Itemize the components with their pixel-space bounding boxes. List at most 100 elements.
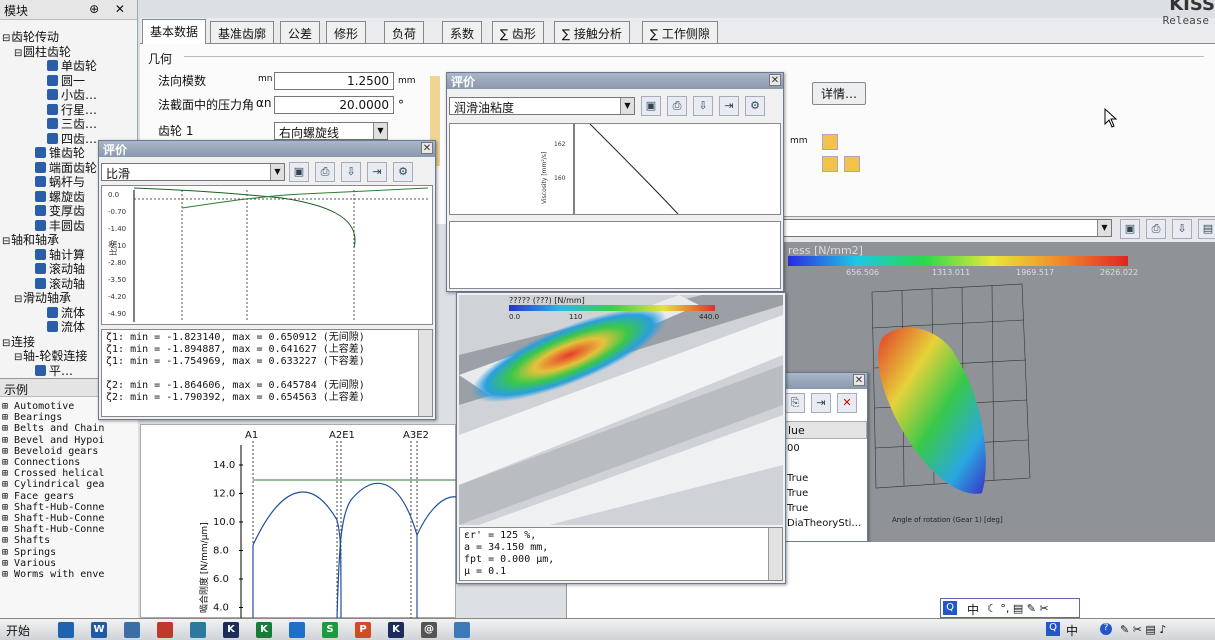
tree-item[interactable]: 锥齿轮 <box>26 146 85 160</box>
tree-item[interactable]: 流体 <box>38 320 85 334</box>
expand-toggle-icon[interactable]: ⊟ <box>14 351 23 365</box>
taskbar-app-icon[interactable]: K <box>223 622 239 638</box>
tree-item[interactable]: 轴计算 <box>26 248 85 262</box>
expand-plus-icon[interactable]: ⊞ <box>2 435 14 446</box>
tab[interactable]: ∑ 接触分析 <box>554 21 630 43</box>
expand-plus-icon[interactable]: ⊞ <box>2 535 14 546</box>
expand-plus-icon[interactable]: ⊞ <box>2 457 14 468</box>
props-tool-icon[interactable]: ⎘ <box>785 393 805 413</box>
tab[interactable]: ∑ 齿形 <box>492 21 544 43</box>
panel-controls[interactable]: ⊕ ✕ <box>89 2 131 16</box>
props-row[interactable]: True <box>787 488 808 499</box>
expand-plus-icon[interactable]: ⊞ <box>2 479 14 490</box>
expand-plus-icon[interactable]: ⊞ <box>2 547 14 558</box>
example-item[interactable]: ⊞ Shaft-Hub-Conne <box>2 513 104 524</box>
expand-plus-icon[interactable]: ⊞ <box>2 524 14 535</box>
tree-item[interactable]: 平… <box>26 364 73 378</box>
tray-ime-icon[interactable]: Q <box>1046 622 1060 636</box>
taskbar-app-icon[interactable]: S <box>322 622 338 638</box>
tree-item[interactable]: 四齿… <box>38 132 97 146</box>
expand-plus-icon[interactable]: ⊞ <box>2 491 14 502</box>
stress-select[interactable]: ▼ <box>782 219 1112 237</box>
expand-plus-icon[interactable]: ⊞ <box>2 513 14 524</box>
example-item[interactable]: ⊞ Face gears <box>2 491 74 502</box>
ime-toolbar[interactable]: Q 中 ☾ °, ▤ ✎ ✂ <box>940 598 1080 618</box>
plus-icon[interactable] <box>822 134 838 150</box>
tab[interactable]: 基本数据 <box>142 19 207 44</box>
expand-plus-icon[interactable]: ⊞ <box>2 412 14 423</box>
taskbar-app-icon[interactable] <box>157 622 173 638</box>
props-row[interactable]: True <box>787 473 808 484</box>
arrow-left-icon[interactable] <box>822 156 838 172</box>
help-icon[interactable]: ? <box>1100 623 1112 635</box>
tree-item[interactable]: 三齿… <box>38 117 97 131</box>
pressure-angle-input[interactable]: 20.0000 <box>274 96 394 114</box>
arrow-in-icon[interactable]: ⇥ <box>719 96 739 116</box>
props-row[interactable]: True <box>787 503 808 514</box>
settings-icon[interactable]: ⚙ <box>745 96 765 116</box>
chevron-down-icon[interactable]: ▼ <box>270 164 284 180</box>
expand-plus-icon[interactable]: ⊞ <box>2 468 14 479</box>
arrow-in-icon[interactable]: ⇥ <box>367 162 387 182</box>
tree-item[interactable]: 变厚齿 <box>26 204 85 218</box>
example-item[interactable]: ⊞ Springs <box>2 547 56 558</box>
export-icon[interactable]: ⇩ <box>341 162 361 182</box>
expand-toggle-icon[interactable]: ⊟ <box>2 235 11 249</box>
tab[interactable]: ∑ 工作侧隙 <box>642 21 718 43</box>
save-icon[interactable]: ▣ <box>289 162 309 182</box>
taskbar-app-icon[interactable]: K <box>388 622 404 638</box>
expand-toggle-icon[interactable]: ⊟ <box>14 293 23 307</box>
start-button[interactable]: 开始 <box>6 622 30 639</box>
taskbar-app-icon[interactable] <box>289 622 305 638</box>
expand-plus-icon[interactable]: ⊞ <box>2 446 14 457</box>
tree-item[interactable]: 蜗杆与 <box>26 175 85 189</box>
tree-item[interactable]: 螺旋齿 <box>26 190 85 204</box>
expand-plus-icon[interactable]: ⊞ <box>2 502 14 513</box>
props-row[interactable]: DiaTheorySti… <box>787 518 861 529</box>
taskbar-app-icon[interactable] <box>124 622 140 638</box>
export-icon[interactable]: ⇩ <box>1172 219 1192 239</box>
tree-item[interactable]: 单齿轮 <box>38 59 97 73</box>
example-item[interactable]: ⊞ Crossed helical <box>2 468 104 479</box>
example-item[interactable]: ⊞ Beveloid gears <box>2 446 98 457</box>
tree-item[interactable]: 滚动轴 <box>26 262 85 276</box>
tree-item[interactable]: 流体 <box>38 306 85 320</box>
scrollbar[interactable] <box>418 330 432 416</box>
example-item[interactable]: ⊞ Cylindrical gea <box>2 479 104 490</box>
evaluation-select[interactable]: 比滑 ▼ <box>101 163 285 181</box>
print-icon[interactable]: ⎙ <box>1146 219 1166 239</box>
save-icon[interactable]: ▣ <box>1120 219 1140 239</box>
taskbar-app-icon[interactable]: K <box>256 622 272 638</box>
props-tool-icon[interactable]: ⇥ <box>811 393 831 413</box>
scrollbar[interactable] <box>768 528 782 580</box>
module-input[interactable]: 1.2500 <box>274 72 394 90</box>
example-item[interactable]: ⊞ Bearings <box>2 412 62 423</box>
taskbar-app-icon[interactable]: @ <box>421 622 437 638</box>
example-item[interactable]: ⊞ Shafts <box>2 535 50 546</box>
taskbar-app-icon[interactable]: W <box>91 622 107 638</box>
tree-item[interactable]: 行星… <box>38 103 97 117</box>
taskbar-app-icon[interactable] <box>58 622 74 638</box>
example-item[interactable]: ⊞ Various <box>2 558 56 569</box>
tab[interactable]: 修形 <box>326 21 367 43</box>
save-icon[interactable]: ▣ <box>641 96 661 116</box>
tree-item[interactable]: 滚动轴 <box>26 277 85 291</box>
example-item[interactable]: ⊞ Belts and Chain <box>2 423 104 434</box>
export-icon[interactable]: ⇩ <box>693 96 713 116</box>
chevron-down-icon[interactable]: ▼ <box>620 98 634 114</box>
print-icon[interactable]: ⎙ <box>315 162 335 182</box>
delete-icon[interactable]: ✕ <box>837 393 857 413</box>
tab[interactable]: 基准齿廓 <box>210 21 275 43</box>
props-row[interactable]: 00 <box>787 443 800 454</box>
tab[interactable]: 负荷 <box>384 21 425 43</box>
print-icon[interactable]: ⎙ <box>667 96 687 116</box>
chevron-down-icon[interactable]: ▼ <box>1097 220 1111 236</box>
settings-icon[interactable]: ⚙ <box>393 162 413 182</box>
tab[interactable]: 系数 <box>442 21 483 43</box>
example-item[interactable]: ⊞ Worms with enve <box>2 569 104 580</box>
expand-toggle-icon[interactable]: ⊟ <box>2 32 11 46</box>
tree-item[interactable]: 端面齿轮 <box>26 161 97 175</box>
tray-language[interactable]: 中 <box>1066 622 1078 639</box>
expand-plus-icon[interactable]: ⊞ <box>2 423 14 434</box>
taskbar-app-icon[interactable]: P <box>355 622 371 638</box>
